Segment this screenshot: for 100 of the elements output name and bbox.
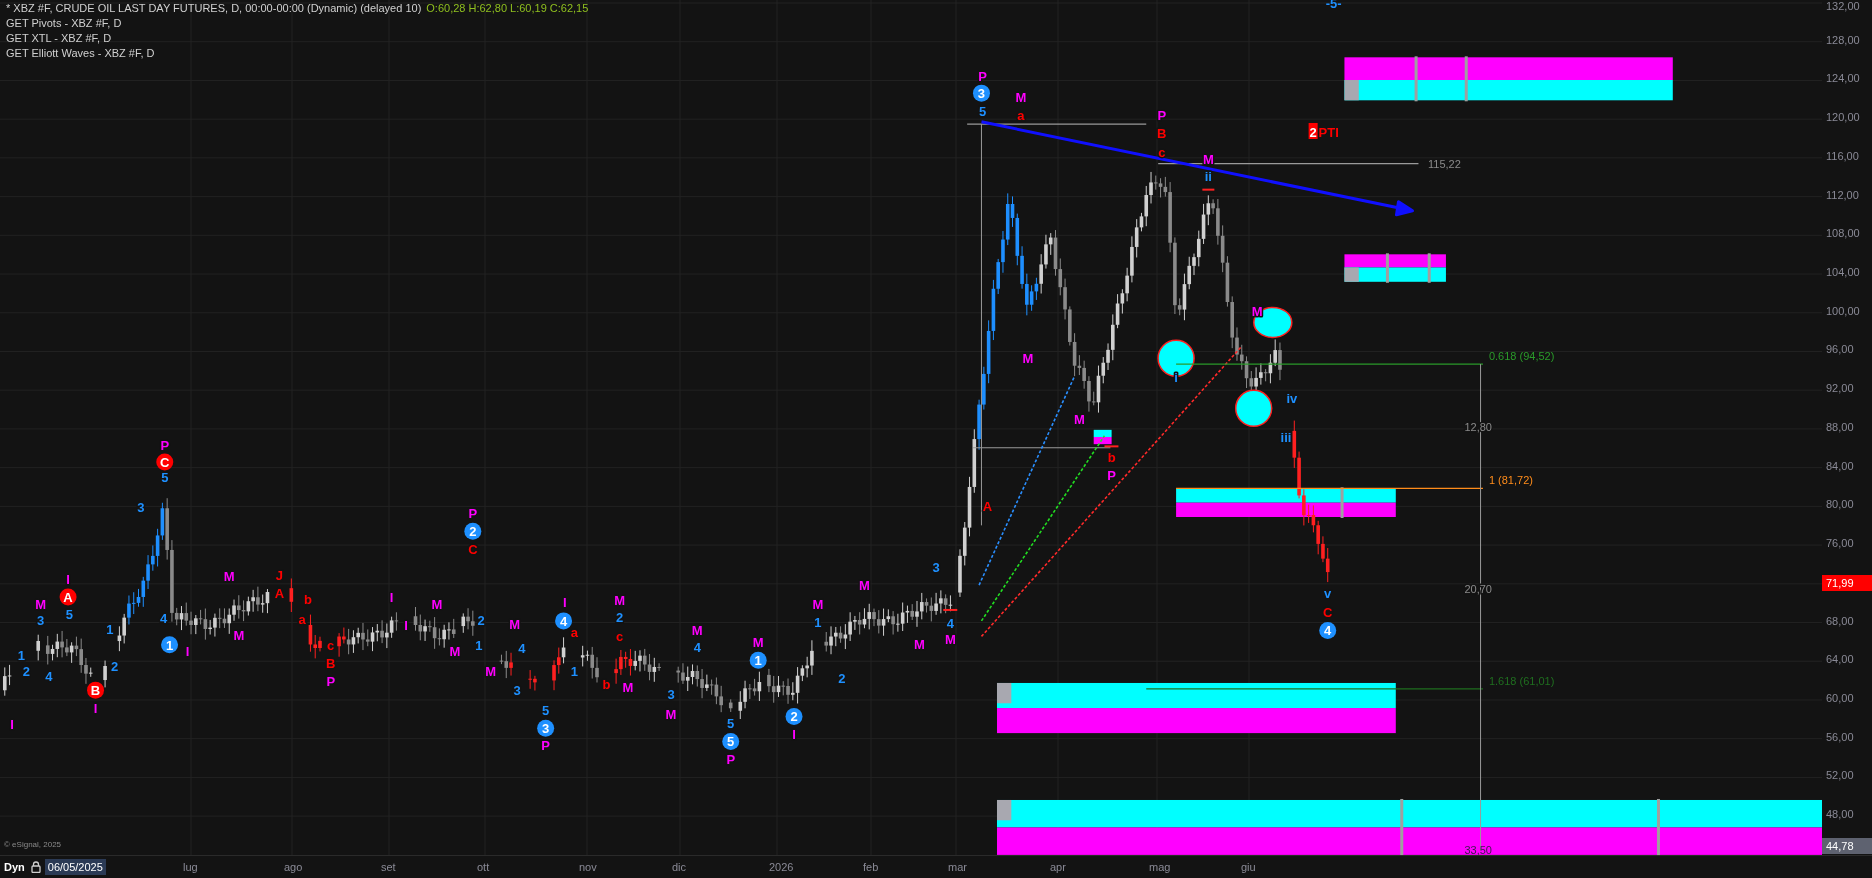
study-label: GET Elliott Waves - XBZ #F, D	[6, 47, 156, 59]
wave-label: a	[1017, 108, 1025, 124]
price-tick: 76,00	[1826, 537, 1854, 550]
price-tick: 116,00	[1826, 149, 1859, 162]
wave-label: I	[66, 571, 70, 587]
wave-label: 1	[814, 614, 822, 630]
circled-wave-label: 2	[785, 707, 803, 725]
price-line-label: 115,22	[1428, 157, 1461, 170]
price-tick: 56,00	[1826, 730, 1854, 743]
wave-label: 3	[932, 559, 940, 575]
last-price-badge: 71,99	[1822, 574, 1872, 591]
wave-label: 4	[518, 640, 526, 656]
time-tick: ott	[477, 861, 490, 873]
wave-label: M	[614, 593, 626, 609]
circled-wave-label: 4	[555, 612, 573, 630]
wave-label: 2	[616, 609, 624, 625]
wave-label: M	[622, 680, 634, 696]
wave-label: C	[1323, 605, 1333, 620]
time-tick: mag	[1149, 861, 1171, 873]
price-tick: 96,00	[1826, 343, 1854, 356]
price-tick: 108,00	[1826, 227, 1860, 240]
wave-label: a	[570, 625, 578, 641]
circled-wave-label: 5	[722, 732, 740, 750]
price-tick: 52,00	[1826, 769, 1854, 782]
wave-label: 2	[477, 613, 485, 629]
wave-label: P	[541, 737, 550, 753]
date-field[interactable]: 06/05/2025	[44, 859, 106, 875]
time-tick: ago	[284, 861, 303, 873]
wave-label: 4	[946, 615, 955, 631]
wave-label: 3	[513, 682, 521, 698]
circled-wave-label: 1	[161, 636, 179, 654]
wave-label: 5	[542, 702, 550, 718]
price-tick: 112,00	[1826, 188, 1859, 201]
wave-label: 4	[693, 639, 701, 655]
wave-label: 5	[979, 103, 987, 119]
time-tick: 2026	[769, 861, 794, 873]
wave-label: I	[185, 644, 190, 660]
price-tick: 104,00	[1826, 266, 1860, 279]
wave-label: M	[223, 569, 235, 585]
wave-label: 2	[22, 663, 30, 679]
wave-label: b	[1107, 449, 1116, 465]
price-tick: 92,00	[1826, 382, 1854, 395]
price-tick: 88,00	[1826, 420, 1854, 433]
circled-wave-label: C	[156, 453, 174, 471]
copyright-text: © eSignal, 2025	[4, 840, 62, 849]
wave-label: M	[1015, 90, 1027, 106]
wave-label: 1	[17, 648, 26, 663]
wave-label: B	[326, 656, 336, 672]
wave-label: A	[982, 498, 993, 514]
wave-label: 1	[570, 663, 578, 679]
price-tick: 120,00	[1826, 111, 1860, 124]
wave-label: M	[913, 637, 925, 653]
wave-label: 5	[727, 716, 735, 732]
circled-wave-label: 2	[464, 522, 482, 540]
wave-label: iii	[1280, 429, 1292, 445]
wave-label: P	[1107, 467, 1116, 483]
price-tick: 48,00	[1826, 808, 1854, 821]
wave-label: 5	[65, 607, 73, 623]
dynamic-mode-button[interactable]: Dyn	[2, 861, 27, 873]
wave-label: M	[1073, 411, 1085, 427]
wave-label: I	[792, 726, 796, 742]
fibonacci-label: 0.618 (94,52)	[1488, 350, 1555, 363]
target-label: 2PTI	[1308, 123, 1339, 141]
time-tick: set	[381, 861, 396, 873]
wave-label: 2	[838, 670, 846, 686]
wave-label: P	[978, 68, 987, 84]
wave-count-marker: -5-	[1325, 0, 1342, 12]
wave-label: M	[509, 616, 521, 632]
price-tick: 84,00	[1826, 459, 1854, 472]
wave-label: B	[1157, 126, 1167, 142]
wave-label: 1	[106, 621, 114, 637]
price-tick: 80,00	[1826, 498, 1854, 511]
wave-label: M	[812, 596, 824, 612]
wave-label: I	[10, 717, 14, 733]
wave-label: P	[726, 751, 736, 767]
wave-label: b	[602, 676, 611, 692]
wave-label: M	[233, 627, 245, 643]
wave-label: ii	[1204, 169, 1212, 185]
time-tick: dic	[672, 861, 687, 873]
study-label: GET Pivots - XBZ #F, D	[6, 17, 123, 29]
wave-label: 4	[45, 669, 53, 685]
wave-label: M	[35, 596, 46, 612]
wave-label: P	[468, 505, 478, 521]
wave-label: J	[275, 568, 283, 583]
wave-label: I	[389, 589, 394, 605]
wave-label: b	[304, 591, 313, 607]
circled-wave-label: 1	[749, 651, 767, 669]
wave-label: M	[485, 663, 497, 679]
wave-label: M	[752, 634, 764, 650]
wave-label: M	[1022, 350, 1034, 366]
wave-label: M	[431, 596, 443, 612]
wave-label: P	[1157, 108, 1167, 124]
wave-label: a	[298, 612, 306, 628]
circled-wave-label: B	[87, 681, 104, 699]
wave-label: M	[945, 632, 956, 648]
wave-label: M	[691, 622, 703, 638]
wave-label: C	[468, 541, 478, 557]
wave-label: c	[616, 628, 624, 644]
wave-label: 3	[37, 613, 45, 629]
wave-label: I	[404, 618, 408, 634]
